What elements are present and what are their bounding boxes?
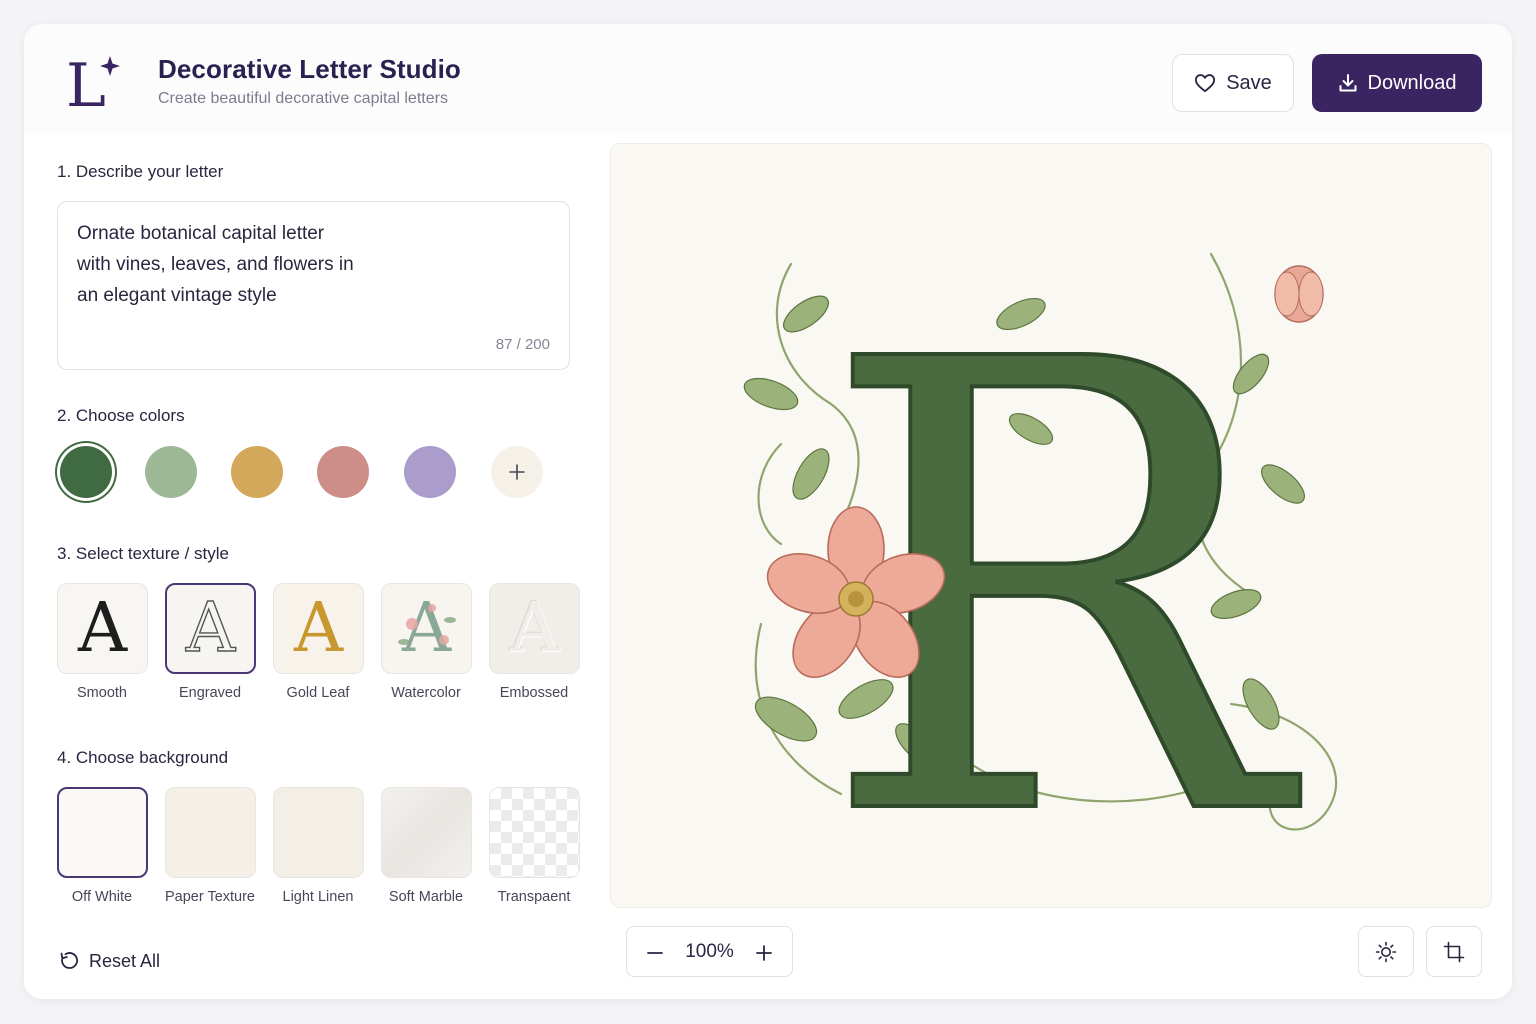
texture-sample: A (293, 588, 344, 668)
flower-decor-icon (398, 604, 456, 645)
rose-bud-decor (1274, 265, 1324, 323)
texture-watercolor[interactable]: A (381, 583, 472, 674)
texture-smooth[interactable]: A (57, 583, 148, 674)
texture-label: Gold Leaf (286, 685, 350, 701)
download-button[interactable]: Download (1312, 54, 1482, 112)
minus-icon (647, 945, 663, 961)
add-color-button[interactable] (491, 446, 543, 498)
reset-all-label: Reset All (89, 950, 161, 971)
background-light-linen[interactable] (273, 787, 364, 878)
crop-icon (1443, 941, 1465, 963)
texture-label: Embossed (499, 685, 569, 701)
background-paper-texture[interactable] (165, 787, 256, 878)
save-label: Save (1226, 71, 1272, 94)
step3-label: 3. Select texture / style (57, 544, 229, 563)
zoom-control: 100% (626, 926, 793, 977)
download-icon (1338, 73, 1358, 93)
background-label: Soft Marble (388, 889, 464, 905)
color-swatch-mustard[interactable] (231, 446, 283, 498)
background-off-white[interactable] (57, 787, 148, 878)
app-logo: L (62, 50, 122, 121)
plus-icon (756, 944, 772, 961)
color-swatch-sage[interactable] (145, 446, 197, 498)
zoom-level: 100% (685, 941, 734, 962)
texture-sample: A (509, 588, 560, 668)
background-soft-marble[interactable] (381, 787, 472, 878)
texture-label: Engraved (178, 685, 242, 701)
texture-sample: A (77, 588, 128, 668)
app-card: L Decorative Letter Studio Create beauti… (24, 24, 1512, 999)
refresh-icon (58, 950, 80, 972)
app-subtitle: Create beautiful decorative capital lett… (158, 90, 448, 107)
header: L Decorative Letter Studio Create beauti… (24, 24, 1512, 134)
texture-gold-leaf[interactable]: A (273, 583, 364, 674)
step2-label: 2. Choose colors (57, 406, 185, 425)
texture-label: Watercolor (391, 685, 461, 701)
step1-label: 1. Describe your letter (57, 162, 224, 181)
background-transparent[interactable] (489, 787, 580, 878)
color-swatch-forest-green[interactable] (60, 446, 112, 498)
texture-sample: A (185, 588, 236, 668)
plus-icon (509, 464, 525, 480)
heart-icon (1194, 73, 1216, 93)
save-button[interactable]: Save (1172, 54, 1294, 112)
step4-label: 4. Choose background (57, 748, 229, 767)
download-label: Download (1367, 71, 1457, 94)
brightness-button[interactable] (1358, 926, 1414, 977)
app-title: Decorative Letter Studio (158, 54, 461, 84)
letter-preview: R (610, 143, 1492, 908)
decorative-letter-art: R (743, 230, 1338, 907)
background-label: Off White (71, 889, 133, 905)
color-swatch-lavender[interactable] (404, 446, 456, 498)
background-label: Transpaent (497, 889, 571, 905)
reset-all-button[interactable]: Reset All (58, 950, 160, 972)
sun-icon (1375, 941, 1397, 963)
background-label: Paper Texture (164, 889, 255, 905)
char-count: 87 / 200 (495, 336, 550, 353)
color-swatch-dusty-rose[interactable] (317, 446, 369, 498)
zoom-out-button[interactable] (631, 927, 679, 978)
crop-button[interactable] (1426, 926, 1482, 977)
logo-letter: L (66, 51, 106, 114)
zoom-in-button[interactable] (740, 927, 788, 978)
texture-engraved[interactable]: A (165, 583, 256, 674)
prompt-text[interactable]: Ornate botanical capital letter with vin… (77, 218, 377, 311)
texture-label: Smooth (77, 685, 127, 701)
texture-embossed[interactable]: A (489, 583, 580, 674)
prompt-textarea[interactable]: Ornate botanical capital letter with vin… (57, 201, 570, 370)
background-label: Light Linen (282, 889, 354, 905)
